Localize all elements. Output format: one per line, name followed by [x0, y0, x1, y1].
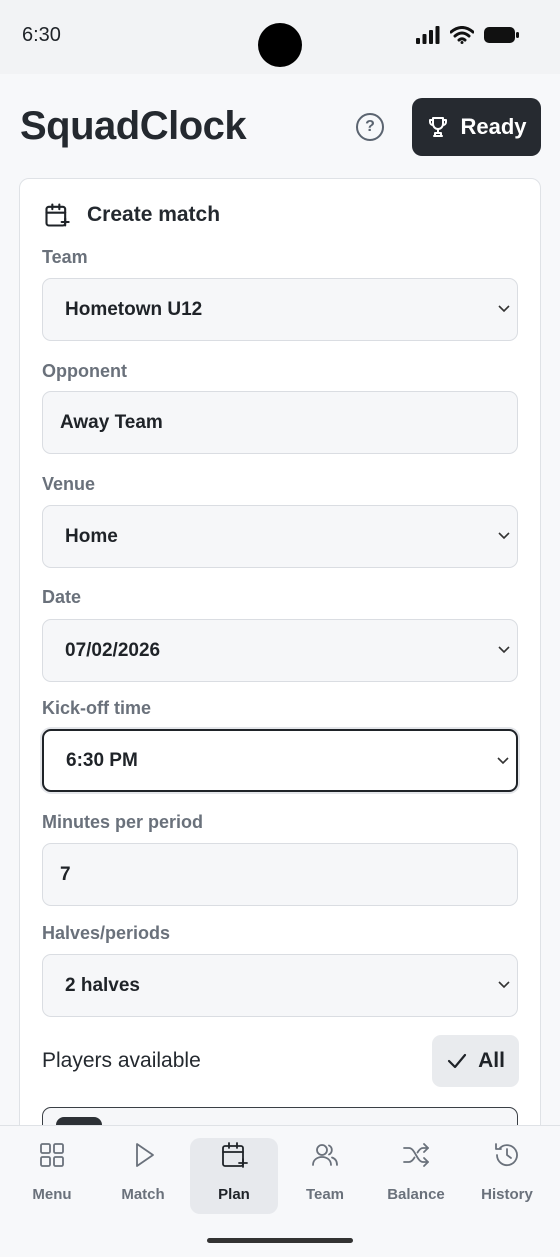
- tab-plan[interactable]: Plan: [190, 1138, 278, 1214]
- play-icon: [136, 1143, 154, 1167]
- venue-label: Venue: [42, 474, 96, 494]
- battery-icon: [484, 27, 519, 43]
- card-title: Create match: [87, 203, 221, 226]
- bottom-tab-bar: Menu Match Plan Team Balance History: [0, 1125, 560, 1224]
- tab-team[interactable]: Team: [281, 1138, 369, 1214]
- ready-button[interactable]: Ready: [412, 98, 541, 156]
- select-all-button[interactable]: All: [432, 1035, 519, 1087]
- date-value: 07/02/2026: [65, 639, 161, 661]
- opponent-value: Away Team: [60, 411, 163, 433]
- periods-select[interactable]: 2 halves: [42, 954, 518, 1017]
- chevron-down-icon: [498, 305, 510, 313]
- minutes-label: Minutes per period: [42, 812, 204, 832]
- chevron-down-icon: [497, 757, 509, 765]
- tab-menu[interactable]: Menu: [8, 1138, 96, 1214]
- all-label: All: [478, 1049, 505, 1072]
- question-circle-icon: ?: [365, 118, 375, 135]
- history-icon: [495, 1143, 518, 1167]
- tab-match[interactable]: Match: [99, 1138, 187, 1214]
- minutes-input[interactable]: 7: [42, 843, 518, 906]
- header: SquadClock ? Ready: [0, 98, 560, 158]
- home-indicator-area: [0, 1224, 560, 1257]
- chevron-down-icon: [498, 981, 510, 989]
- tab-label: Plan: [218, 1186, 250, 1203]
- tab-label: Balance: [387, 1186, 445, 1203]
- calendar-plus-icon: [222, 1142, 248, 1168]
- players-available-label: Players available: [42, 1049, 201, 1072]
- minutes-value: 7: [60, 863, 71, 885]
- tab-history[interactable]: History: [463, 1138, 551, 1214]
- check-icon: [447, 1053, 467, 1069]
- calendar-plus-icon: [45, 203, 70, 227]
- app-content: SquadClock ? Ready Create match Team Hom…: [0, 74, 560, 1125]
- users-icon: [312, 1144, 338, 1166]
- status-bar: 6:30: [0, 0, 560, 74]
- tab-label: Team: [305, 1186, 345, 1203]
- tab-balance[interactable]: Balance: [372, 1138, 460, 1214]
- status-icons: [416, 26, 520, 44]
- trophy-icon: [429, 117, 448, 137]
- status-time: 6:30: [22, 24, 61, 46]
- team-select[interactable]: Hometown U12: [42, 278, 518, 341]
- team-value: Hometown U12: [65, 298, 203, 320]
- shuffle-icon: [403, 1143, 429, 1167]
- periods-label: Halves/periods: [42, 923, 171, 943]
- app-title: SquadClock: [20, 104, 247, 148]
- wifi-icon: [450, 26, 474, 44]
- create-match-card: Create match Team Hometown U12 Opponent …: [19, 178, 541, 1125]
- date-select[interactable]: 07/02/2026: [42, 619, 518, 682]
- opponent-input[interactable]: Away Team: [42, 391, 518, 454]
- ready-label: Ready: [460, 114, 527, 139]
- kickoff-label: Kick-off time: [42, 698, 152, 718]
- opponent-label: Opponent: [42, 361, 127, 381]
- card-header: Create match: [43, 201, 220, 229]
- tab-label: History: [481, 1186, 533, 1203]
- camera-cutout: [258, 23, 302, 67]
- venue-value: Home: [65, 525, 118, 547]
- periods-value: 2 halves: [65, 974, 140, 996]
- help-button[interactable]: ?: [356, 113, 384, 141]
- venue-select[interactable]: Home: [42, 505, 518, 568]
- signal-icon: [416, 26, 440, 44]
- tab-label: Match: [121, 1186, 165, 1203]
- chevron-down-icon: [498, 646, 510, 654]
- player-chip: [56, 1117, 102, 1125]
- tab-label: Menu: [32, 1186, 72, 1203]
- home-indicator[interactable]: [207, 1238, 353, 1243]
- kickoff-value: 6:30 PM: [66, 749, 138, 771]
- team-label: Team: [42, 247, 88, 267]
- player-row[interactable]: [42, 1107, 518, 1125]
- date-label: Date: [42, 587, 82, 607]
- kickoff-select[interactable]: 6:30 PM: [42, 729, 518, 792]
- grid-icon: [40, 1143, 64, 1167]
- chevron-down-icon: [498, 532, 510, 540]
